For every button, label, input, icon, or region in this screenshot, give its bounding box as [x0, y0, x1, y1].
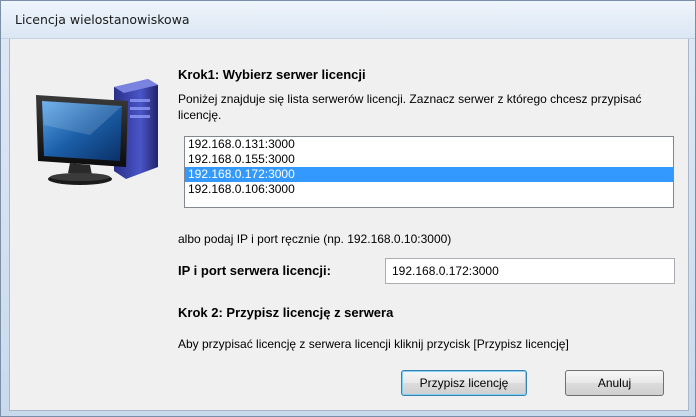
window-title: Licencja wielostanowiskowa: [15, 12, 190, 27]
cancel-button[interactable]: Anuluj: [565, 370, 664, 396]
step1-description: Poniżej znajduje się lista serwerów lice…: [178, 92, 642, 122]
assign-license-button[interactable]: Przypisz licencję: [401, 370, 527, 396]
step2-heading: Krok 2: Przypisz licencję z serwera: [178, 305, 394, 320]
server-list-item[interactable]: 192.168.0.172:3000: [185, 167, 673, 182]
server-list-item[interactable]: 192.168.0.106:3000: [185, 182, 673, 197]
ip-port-label: IP i port serwera licencji:: [178, 263, 331, 278]
title-bar[interactable]: Licencja wielostanowiskowa: [1, 1, 695, 39]
ip-port-input[interactable]: 192.168.0.172:3000: [385, 258, 675, 284]
step2-description: Aby przypisać licencję z serwera licencj…: [178, 337, 569, 351]
dialog-window: Licencja wielostanowiskowa Krok1: Wybier…: [0, 0, 696, 417]
dialog-content: Krok1: Wybierz serwer licencji Poniżej z…: [9, 39, 689, 411]
manual-hint: albo podaj IP i port ręcznie (np. 192.16…: [178, 232, 452, 246]
computer-icon: [36, 79, 158, 185]
server-list-item[interactable]: 192.168.0.131:3000: [185, 137, 673, 152]
step1-heading: Krok1: Wybierz serwer licencji: [178, 67, 366, 82]
server-list-item[interactable]: 192.168.0.155:3000: [185, 152, 673, 167]
server-list[interactable]: 192.168.0.131:3000 192.168.0.155:3000 192.…: [184, 136, 674, 208]
